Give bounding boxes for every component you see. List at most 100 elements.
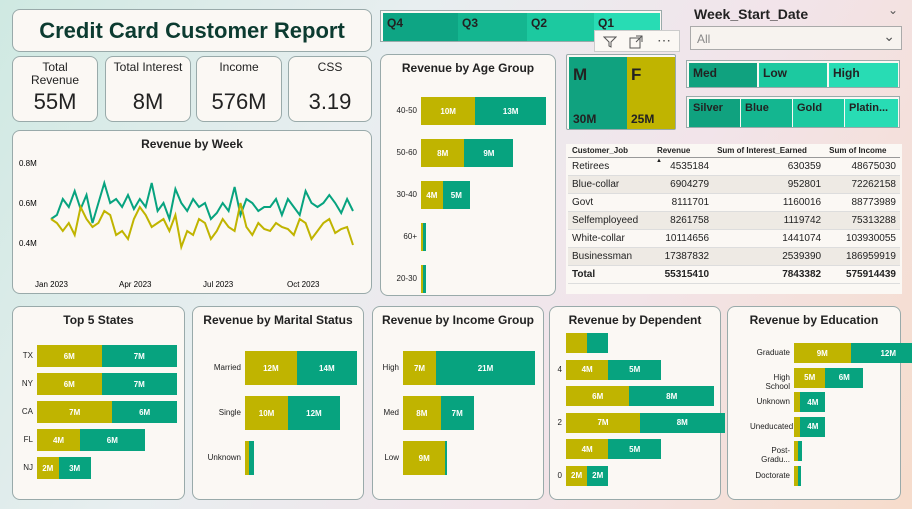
column-header[interactable]: Customer_Job: [568, 144, 653, 158]
category-label: FL: [23, 435, 33, 444]
gender-treemap[interactable]: M 30M F 25M: [566, 54, 676, 130]
bar-segment[interactable]: 5M: [442, 181, 470, 209]
revenue-by-week-chart[interactable]: Revenue by Week 0.8M 0.6M 0.4M Jan 2023 Apr …: [12, 130, 372, 294]
bar-segment[interactable]: [423, 265, 426, 293]
bar-segment[interactable]: 7M: [440, 396, 474, 430]
table-row[interactable]: Retirees 4535184 630359 48675030: [568, 157, 900, 176]
bar-segment[interactable]: [797, 441, 802, 461]
bar-segment[interactable]: 13M: [475, 97, 546, 125]
table-cell: 75313288: [825, 211, 900, 230]
bar-segment[interactable]: 12M: [850, 343, 912, 363]
revenue-by-education-chart[interactable]: Revenue by Education Graduate 9M 12M High S…: [727, 306, 912, 500]
category-label: High: [382, 363, 399, 372]
series-line-teal[interactable]: [50, 179, 354, 224]
quarter-option-q4[interactable]: Q4: [383, 13, 458, 41]
bar-segment[interactable]: 4M: [566, 439, 609, 459]
category-label: Doctorate: [755, 470, 790, 480]
kpi-card-total-revenue: Total Revenue 55M: [12, 56, 98, 122]
bar-segment[interactable]: [566, 333, 588, 353]
bar-segment[interactable]: 10M: [245, 396, 289, 430]
income-option-low[interactable]: Low: [759, 63, 827, 87]
bar-segment[interactable]: 9M: [403, 441, 446, 475]
table-row[interactable]: Businessman 17387832 2539390 186959919: [568, 247, 900, 266]
revenue-by-marital-status-chart[interactable]: Revenue by Marital Status Married 12M 14M S…: [192, 306, 364, 500]
kpi-label: Income: [219, 60, 259, 74]
bar-segment[interactable]: 7M: [101, 373, 177, 395]
table-grid: Customer_Job Revenue Sum of Interest_Ear…: [568, 144, 900, 284]
more-options-icon[interactable]: ⋯: [657, 32, 671, 49]
bar-segment[interactable]: 6M: [37, 373, 102, 395]
table-row[interactable]: White-collar 10114656 1441074 103930055: [568, 229, 900, 248]
table-cell: 4535184: [652, 157, 714, 176]
customer-job-table[interactable]: ▲ Customer_Job Revenue Sum of Interest_E…: [566, 144, 902, 294]
column-header[interactable]: Revenue: [652, 144, 714, 158]
bar-segment[interactable]: [445, 441, 447, 475]
table-row[interactable]: Selfemployeed 8261758 1119742 75313288: [568, 211, 900, 230]
bar-segment[interactable]: [797, 465, 801, 486]
card-option-silver[interactable]: Silver: [689, 99, 740, 127]
card-option-gold[interactable]: Gold: [793, 99, 844, 127]
category-label: Uneducated: [750, 421, 794, 431]
category-label: Single: [218, 408, 241, 417]
bar-segment[interactable]: 10M: [421, 97, 476, 125]
revenue-by-dependent-chart[interactable]: Revenue by Dependent 4 4M 5M 6M 8M 2 7M 8M 4M 5M 0…: [549, 306, 725, 500]
bar-segment[interactable]: 21M: [436, 351, 535, 385]
focus-mode-icon[interactable]: [629, 35, 643, 49]
table-row[interactable]: Blue-collar 6904279 952801 72262158: [568, 175, 900, 194]
quarter-option-q3[interactable]: Q3: [458, 13, 527, 41]
income-option-high[interactable]: High: [829, 63, 898, 87]
week-dropdown[interactable]: All ⌄: [690, 26, 902, 50]
bar-segment[interactable]: 8M: [403, 396, 441, 430]
bar-segment[interactable]: [423, 223, 427, 251]
week-dropdown-value: All: [697, 32, 711, 46]
bar-segment[interactable]: 5M: [608, 439, 662, 459]
bar-segment[interactable]: 7M: [403, 351, 436, 385]
bar-segment[interactable]: 6M: [80, 429, 145, 451]
bar-segment[interactable]: 8M: [629, 386, 714, 406]
bar-segment[interactable]: 2M: [566, 465, 588, 486]
card-option-platinum[interactable]: Platin...: [845, 99, 898, 127]
bar-segment[interactable]: 9M: [794, 343, 851, 363]
bar-segment[interactable]: 5M: [794, 367, 826, 388]
bar-segment[interactable]: 8M: [640, 412, 725, 433]
table-row[interactable]: Govt 8111701 1160016 88773989: [568, 193, 900, 212]
bar-segment[interactable]: 3M: [58, 457, 91, 479]
bar-segment[interactable]: 4M: [800, 392, 826, 412]
bar-segment[interactable]: [249, 441, 254, 475]
chart-title: Revenue by Age Group: [401, 61, 535, 75]
table-cell: 8261758: [652, 211, 714, 230]
bar-segment[interactable]: 2M: [37, 457, 59, 479]
bar-segment[interactable]: 6M: [37, 345, 102, 367]
bar-segment[interactable]: 7M: [37, 401, 113, 423]
quarter-option-q2[interactable]: Q2: [527, 13, 594, 41]
bar-segment[interactable]: 12M: [245, 351, 297, 385]
column-header[interactable]: Sum of Income: [825, 144, 900, 158]
bar-segment[interactable]: 5M: [608, 359, 662, 380]
bar-segment[interactable]: [587, 333, 609, 353]
bar-segment[interactable]: 7M: [101, 345, 177, 367]
bar-segment[interactable]: 4M: [37, 429, 81, 451]
bar-segment[interactable]: 4M: [421, 181, 443, 209]
treemap-tile-male[interactable]: M 30M: [569, 57, 627, 129]
income-option-med[interactable]: Med: [689, 63, 757, 87]
chevron-down-icon[interactable]: ⌄: [888, 3, 898, 17]
bar-segment[interactable]: 7M: [566, 412, 640, 433]
card-option-blue[interactable]: Blue: [741, 99, 792, 127]
revenue-by-age-group-chart[interactable]: Revenue by Age Group 40-50 10M 13M 50-60 8M 9…: [380, 54, 556, 296]
column-header[interactable]: Sum of Interest_Earned: [713, 144, 826, 158]
bar-segment[interactable]: 8M: [421, 139, 465, 167]
bar-segment[interactable]: 6M: [566, 386, 630, 406]
bar-segment[interactable]: 14M: [296, 351, 357, 385]
top-5-states-chart[interactable]: Top 5 States TX 6M 7M NY 6M 7M CA 7M 6M FL 4M 6M NJ 2…: [12, 306, 185, 500]
bar-segment[interactable]: 6M: [825, 367, 864, 388]
bar-segment[interactable]: 4M: [566, 359, 609, 380]
bar-segment[interactable]: 4M: [800, 416, 826, 437]
category-label: NJ: [23, 463, 33, 472]
filter-icon[interactable]: [603, 35, 617, 49]
bar-segment[interactable]: 12M: [288, 396, 340, 430]
bar-segment[interactable]: 6M: [112, 401, 177, 423]
treemap-tile-female[interactable]: F 25M: [627, 57, 675, 129]
revenue-by-income-group-chart[interactable]: Revenue by Income Group High 7M 21M Med 8M 7M…: [372, 306, 544, 500]
bar-segment[interactable]: 2M: [587, 465, 609, 486]
bar-segment[interactable]: 9M: [464, 139, 514, 167]
